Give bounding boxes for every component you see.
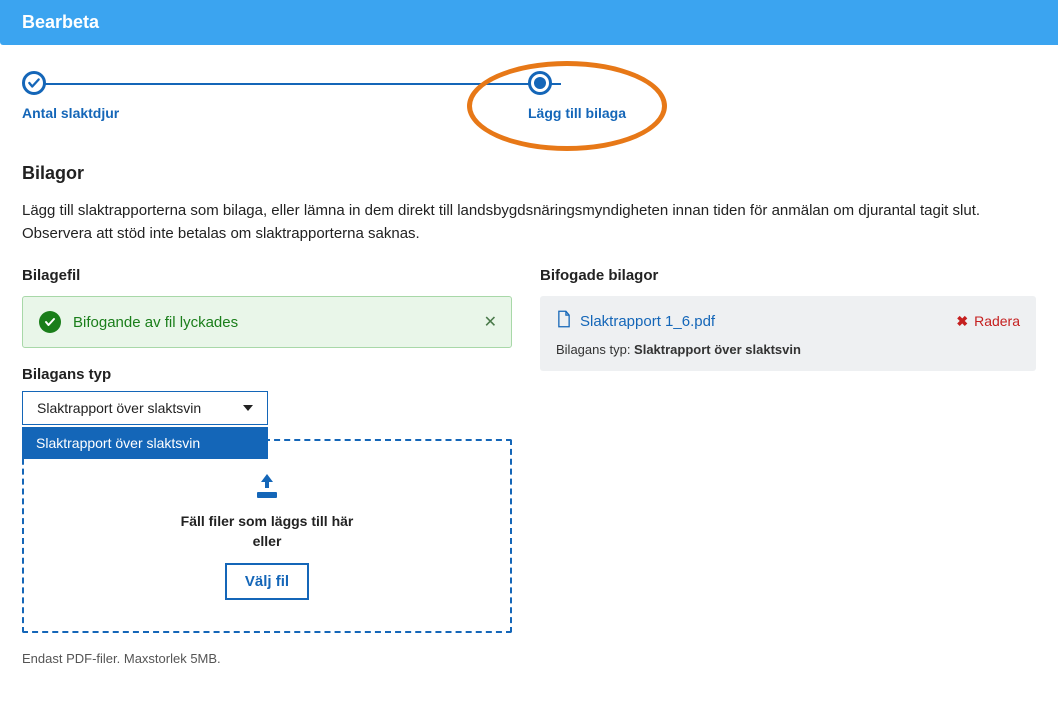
file-icon <box>556 310 572 332</box>
delete-attachment-button[interactable]: ✖ Radera <box>956 313 1020 330</box>
choose-file-button[interactable]: Välj fil <box>225 563 309 600</box>
type-select-value: Slaktrapport över slaktsvin <box>37 400 201 416</box>
close-icon: ✖ <box>956 313 968 330</box>
attachment-filename-link[interactable]: Slaktrapport 1_6.pdf <box>580 313 715 330</box>
type-label: Bilagans typ <box>22 366 512 383</box>
attachment-type: Bilagans typ: Slaktrapport över slaktsvi… <box>556 342 1020 357</box>
step-2[interactable]: Lägg till bilaga <box>528 71 626 121</box>
file-dropzone[interactable]: Fäll filer som läggs till här eller Välj… <box>22 439 512 633</box>
bilagefil-header: Bilagefil <box>22 267 512 284</box>
step-1[interactable]: Antal slaktdjur <box>22 71 119 121</box>
success-alert: Bifogande av fil lyckades ✕ <box>22 296 512 348</box>
section-intro: Lägg till slaktrapporterna som bilaga, e… <box>22 200 1002 245</box>
type-select-dropdown: Slaktrapport över slaktsvin <box>22 427 268 459</box>
alert-message: Bifogande av fil lyckades <box>73 314 238 331</box>
step-2-label: Lägg till bilaga <box>528 105 626 121</box>
radio-current-icon <box>528 71 552 95</box>
type-select-option[interactable]: Slaktrapport över slaktsvin <box>22 427 268 459</box>
page-header: Bearbeta <box>0 0 1058 45</box>
file-hint: Endast PDF-filer. Maxstorlek 5MB. <box>22 651 512 666</box>
delete-label: Radera <box>974 313 1020 329</box>
section-title: Bilagor <box>22 163 1036 184</box>
attachment-card: Slaktrapport 1_6.pdf ✖ Radera Bilagans t… <box>540 296 1036 371</box>
step-1-label: Antal slaktdjur <box>22 105 119 121</box>
attached-header: Bifogade bilagor <box>540 267 1036 284</box>
alert-close-icon[interactable]: ✕ <box>484 312 497 332</box>
chevron-down-icon <box>243 405 253 411</box>
check-circle-icon <box>22 71 46 95</box>
dropzone-text: Fäll filer som läggs till här eller <box>181 512 354 551</box>
check-circle-filled-icon <box>39 311 61 333</box>
stepper: Antal slaktdjur Lägg till bilaga <box>22 71 1036 131</box>
upload-icon <box>251 472 283 500</box>
page-title: Bearbeta <box>22 12 99 32</box>
type-select[interactable]: Slaktrapport över slaktsvin <box>22 391 268 425</box>
